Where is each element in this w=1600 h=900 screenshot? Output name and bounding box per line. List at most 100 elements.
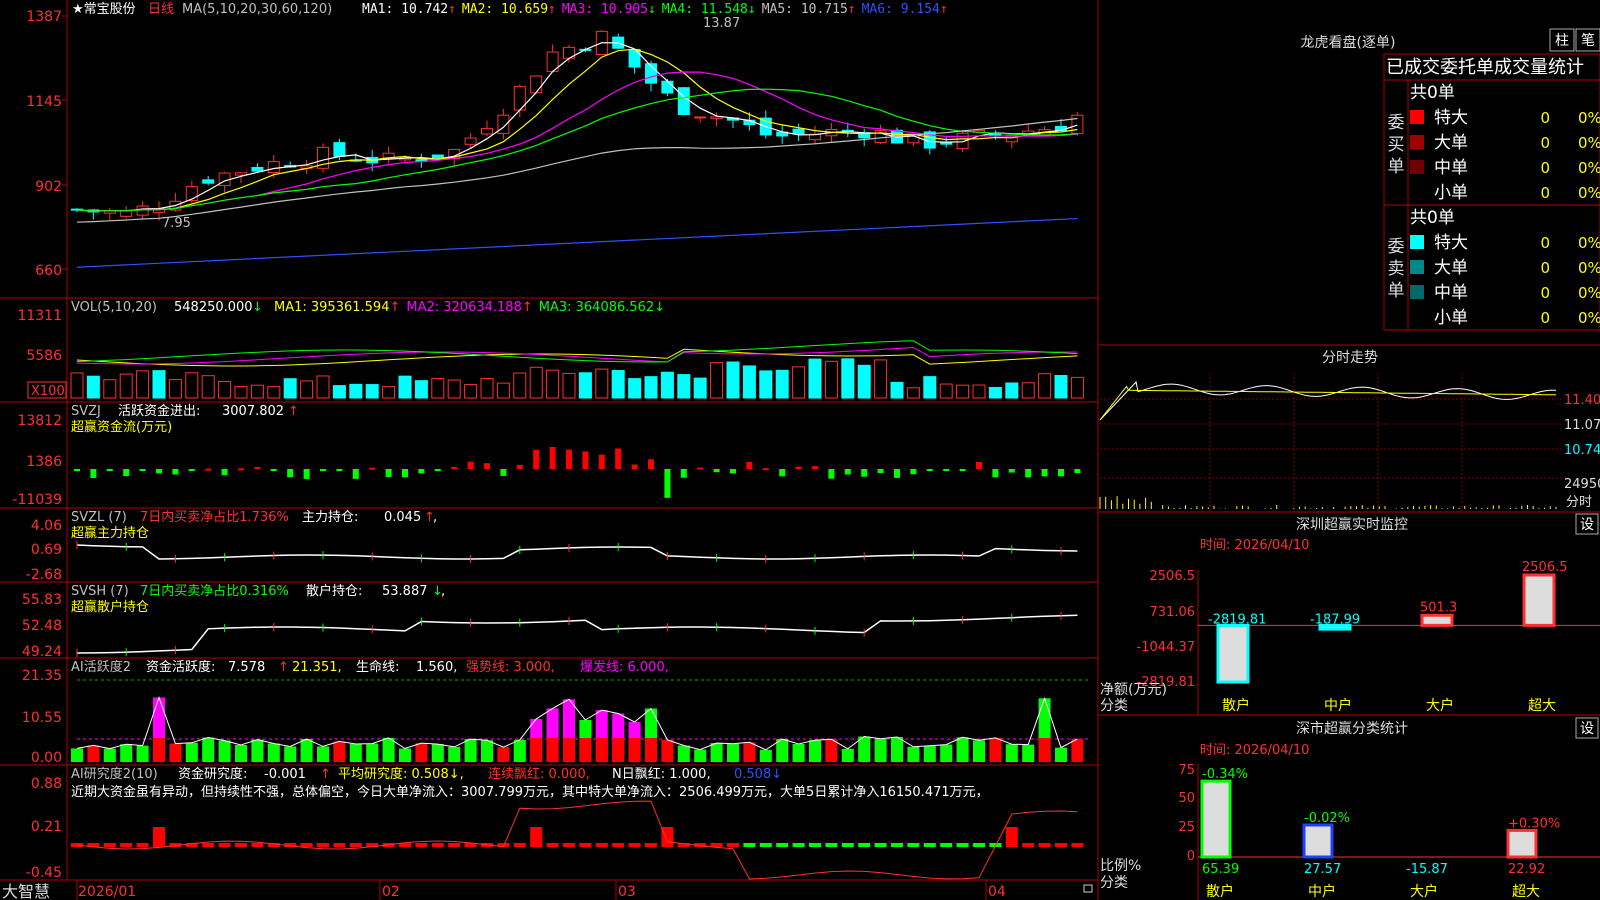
research-bar[interactable]	[1038, 843, 1051, 847]
research-bar[interactable]	[825, 843, 838, 847]
flow-bar[interactable]	[139, 469, 146, 471]
capital-flow-chart[interactable]	[74, 446, 1081, 498]
activity-bar[interactable]	[923, 745, 936, 762]
activity-bar[interactable]	[694, 749, 707, 762]
research-chart[interactable]	[71, 800, 1084, 880]
activity-bar[interactable]	[464, 739, 477, 762]
activity-bar[interactable]	[661, 739, 674, 762]
research-bar[interactable]	[891, 843, 903, 847]
volume-bar[interactable]	[677, 374, 691, 399]
research-bar[interactable]	[645, 843, 657, 847]
flow-bar[interactable]	[582, 451, 589, 469]
net-flow-bar[interactable]	[1420, 613, 1454, 627]
candle-body[interactable]	[267, 161, 280, 174]
volume-bar[interactable]	[185, 372, 199, 399]
flow-bar[interactable]	[697, 467, 704, 470]
flow-bar[interactable]	[959, 469, 966, 471]
research-bar[interactable]	[448, 843, 461, 847]
research-bar[interactable]	[858, 843, 871, 847]
activity-bar[interactable]	[940, 744, 953, 762]
volume-bar[interactable]	[824, 360, 838, 399]
research-bar[interactable]	[841, 843, 854, 847]
flow-bar[interactable]	[336, 469, 343, 471]
research-bar[interactable]	[776, 843, 789, 847]
candle-body[interactable]	[661, 80, 674, 94]
candle-body[interactable]	[710, 116, 723, 120]
research-bar[interactable]	[923, 843, 936, 847]
research-bar[interactable]	[710, 843, 723, 847]
flow-bar[interactable]	[795, 466, 802, 469]
flow-bar[interactable]	[713, 469, 720, 473]
research-bar[interactable]	[218, 843, 231, 847]
activity-bar[interactable]	[1071, 738, 1084, 762]
volume-bar[interactable]	[841, 358, 855, 399]
flow-bar[interactable]	[205, 468, 212, 471]
activity-bar[interactable]	[333, 741, 346, 762]
volume-bar[interactable]	[628, 378, 642, 399]
research-bar[interactable]	[136, 843, 149, 847]
intraday-chart[interactable]	[1099, 373, 1562, 512]
period-label[interactable]: 日线	[148, 2, 174, 17]
flow-bar[interactable]	[1008, 469, 1015, 473]
activity-bar[interactable]	[973, 740, 985, 762]
volume-bar[interactable]	[267, 386, 281, 399]
activity-bar[interactable]	[448, 746, 461, 762]
volume-bar[interactable]	[1038, 373, 1052, 399]
volume-bar[interactable]	[283, 378, 297, 399]
retail-holding-chart[interactable]	[76, 611, 1078, 657]
research-bar[interactable]	[874, 843, 887, 847]
flow-bar[interactable]	[648, 459, 654, 469]
activity-bar[interactable]	[481, 740, 493, 762]
flow-bar[interactable]	[303, 469, 310, 479]
research-bar[interactable]	[317, 843, 329, 847]
volume-bar[interactable]	[218, 381, 232, 399]
flow-bar[interactable]	[484, 463, 490, 469]
flow-bar[interactable]	[123, 469, 130, 477]
activity-bar[interactable]	[218, 740, 231, 762]
research-bar[interactable]	[792, 843, 805, 847]
flow-bar[interactable]	[1058, 469, 1064, 477]
activity-bar[interactable]	[169, 743, 182, 762]
flow-bar[interactable]	[533, 449, 540, 469]
research-bar[interactable]	[661, 827, 674, 847]
volume-bar[interactable]	[939, 383, 953, 399]
activity-bar[interactable]	[399, 748, 411, 762]
volume-bar[interactable]	[332, 385, 346, 399]
activity-bar[interactable]	[809, 740, 821, 762]
volume-bar[interactable]	[857, 364, 871, 399]
activity-chart[interactable]	[71, 679, 1090, 762]
flow-bar[interactable]	[156, 469, 162, 474]
volume-bar[interactable]	[792, 366, 806, 399]
flow-bar[interactable]	[172, 469, 179, 475]
flow-bar[interactable]	[434, 469, 441, 472]
flow-bar[interactable]	[730, 469, 736, 474]
volume-bar[interactable]	[742, 365, 756, 399]
flow-bar[interactable]	[549, 446, 556, 469]
research-bar[interactable]	[1005, 827, 1018, 847]
research-bar[interactable]	[563, 843, 575, 847]
volume-bar[interactable]	[201, 375, 215, 399]
activity-bar[interactable]	[136, 745, 149, 762]
research-bar[interactable]	[251, 843, 264, 847]
flow-bar[interactable]	[992, 469, 999, 478]
flow-bar[interactable]	[779, 469, 786, 477]
volume-bar[interactable]	[529, 366, 543, 399]
volume-bar[interactable]	[611, 370, 625, 399]
flow-bar[interactable]	[221, 469, 228, 476]
candle-body[interactable]	[431, 154, 444, 159]
flow-bar[interactable]	[1074, 469, 1081, 473]
research-bar[interactable]	[595, 843, 608, 847]
flow-bar[interactable]	[877, 469, 884, 474]
volume-bar[interactable]	[660, 371, 674, 399]
flow-bar[interactable]	[254, 467, 261, 470]
research-bar[interactable]	[628, 843, 641, 847]
volume-bar[interactable]	[382, 386, 396, 399]
activity-bar[interactable]	[727, 743, 739, 762]
research-bar[interactable]	[973, 843, 985, 847]
volume-bar[interactable]	[972, 384, 986, 399]
candle-body[interactable]	[677, 87, 690, 116]
research-bar[interactable]	[612, 843, 625, 847]
activity-bar[interactable]	[841, 748, 854, 762]
flow-bar[interactable]	[74, 469, 80, 471]
candle-body[interactable]	[628, 48, 641, 68]
